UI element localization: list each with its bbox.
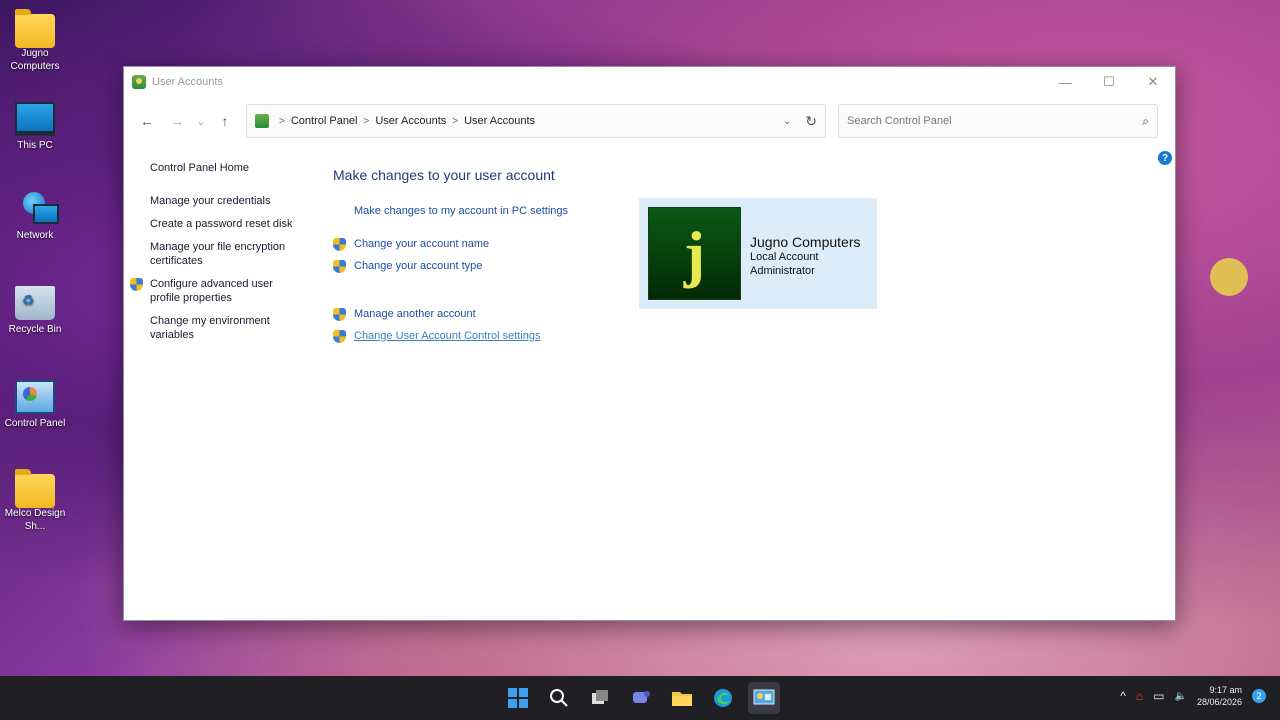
control-panel-icon (255, 114, 269, 128)
desktop-icon-this-pc[interactable]: This PC (4, 102, 66, 152)
desktop-icon-label: Recycle Bin (8, 324, 62, 335)
breadcrumb-control-panel[interactable]: Control Panel (291, 115, 358, 127)
user-accounts-icon (132, 75, 146, 89)
network-status-icon[interactable]: ⌂ (1136, 689, 1143, 703)
task-view-button[interactable] (584, 682, 616, 714)
account-type: Local Account (750, 251, 819, 263)
manage-another-account-link[interactable]: Manage another account (333, 307, 568, 321)
sidebar: Control Panel Home Manage your credentia… (130, 161, 300, 351)
breadcrumb-user-accounts[interactable]: User Accounts (375, 115, 446, 127)
desktop-icon-recycle-bin[interactable]: Recycle Bin (4, 286, 66, 336)
this-pc-icon (15, 102, 55, 136)
avatar-letter: j (683, 217, 706, 289)
uac-shield-icon (130, 278, 143, 291)
maximize-button[interactable]: ☐ (1087, 67, 1131, 97)
sidebar-item-label: Configure advanced user profile properti… (150, 278, 273, 304)
clock-time: 9:17 am (1209, 685, 1242, 695)
desktop-icon-label: Melco Design Sh... (4, 508, 66, 532)
link-label: Change your account type (354, 260, 483, 272)
taskbar: ^ ⌂ ▭ 🔈 9:17 am 28/06/2026 2 (0, 676, 1280, 720)
network-icon (15, 192, 59, 226)
refresh-icon[interactable]: ↻ (805, 113, 817, 130)
folder-icon (15, 9, 55, 48)
teams-chat-button[interactable] (625, 682, 657, 714)
search-box[interactable]: Search Control Panel ⌕ (838, 104, 1158, 138)
control-panel-taskbar-button[interactable] (748, 682, 780, 714)
desktop-icon-label: Control Panel (4, 418, 66, 429)
back-arrow-icon[interactable]: ← (132, 106, 162, 136)
desktop-icon-label: Jugno Computers (10, 48, 60, 72)
desktop-icon-control-panel[interactable]: Control Panel (4, 380, 66, 430)
minimize-button[interactable]: — (1043, 67, 1087, 97)
avatar: j (648, 207, 741, 300)
sidebar-item-profile-properties[interactable]: Configure advanced user profile properti… (130, 277, 300, 305)
edge-browser-icon (714, 689, 732, 707)
change-account-name-link[interactable]: Change your account name (333, 237, 568, 251)
link-label: Change User Account Control settings (354, 330, 541, 342)
sidebar-item-credentials[interactable]: Manage your credentials (150, 194, 300, 208)
show-hidden-icons-chevron-icon[interactable]: ^ (1120, 689, 1126, 703)
uac-shield-icon (333, 308, 346, 321)
breadcrumb-separator: > (279, 115, 285, 127)
search-input[interactable]: Search Control Panel (847, 115, 952, 127)
title-bar[interactable]: User Accounts — ☐ ✕ (124, 67, 1175, 97)
cursor-highlight (1210, 258, 1248, 296)
recycle-bin-icon (15, 286, 55, 320)
clock-date: 28/06/2026 (1196, 697, 1242, 707)
folder-icon (672, 692, 692, 706)
page-heading: Make changes to your user account (333, 167, 555, 183)
user-accounts-window: User Accounts — ☐ ✕ ← → ⌄ ↑ > Control Pa… (123, 66, 1176, 621)
sidebar-control-panel-home[interactable]: Control Panel Home (150, 161, 300, 175)
clock[interactable]: 9:17 am 28/06/2026 (1197, 684, 1242, 708)
close-button[interactable]: ✕ (1131, 67, 1175, 97)
account-role: Administrator (750, 265, 815, 277)
folder-icon (15, 469, 55, 508)
navigation-bar: ← → ⌄ ↑ > Control Panel > User Accounts … (124, 97, 1175, 145)
change-account-type-link[interactable]: Change your account type (333, 259, 568, 273)
control-panel-icon (15, 380, 55, 414)
taskbar-search-button[interactable] (543, 682, 575, 714)
address-dropdown-chevron-icon[interactable]: ⌄ (783, 116, 791, 127)
search-icon[interactable]: ⌕ (1142, 114, 1149, 129)
edge-button[interactable] (707, 682, 739, 714)
control-panel-icon (753, 689, 775, 705)
uac-settings-link[interactable]: Change User Account Control settings (333, 329, 568, 343)
volume-icon[interactable]: 🔈 (1175, 691, 1187, 702)
desktop-icon-melco[interactable]: Melco Design Sh... (4, 469, 66, 533)
link-label: Manage another account (354, 308, 476, 320)
main-content: Make changes to your user account Make c… (333, 167, 568, 343)
uac-shield-icon (333, 330, 346, 343)
breadcrumb-user-accounts-current[interactable]: User Accounts (464, 115, 535, 127)
uac-shield-icon (333, 238, 346, 251)
sidebar-item-environment-variables[interactable]: Change my environment variables (150, 314, 300, 342)
start-button[interactable] (502, 682, 534, 714)
notification-badge[interactable]: 2 (1252, 689, 1266, 703)
windows-logo-icon (508, 688, 528, 708)
system-tray: ^ ⌂ ▭ 🔈 9:17 am 28/06/2026 2 (1120, 684, 1266, 708)
account-name: Jugno Computers (750, 234, 861, 250)
sidebar-item-encryption[interactable]: Manage your file encryption certificates (150, 240, 300, 268)
chat-icon (633, 691, 650, 703)
up-arrow-icon[interactable]: ↑ (210, 106, 240, 136)
sidebar-item-password-reset[interactable]: Create a password reset disk (150, 217, 300, 231)
recent-locations-chevron-icon[interactable]: ⌄ (192, 106, 210, 136)
desktop-icon-jugno-computers[interactable]: Jugno Computers (4, 9, 66, 73)
forward-arrow-icon[interactable]: → (162, 106, 192, 136)
task-view-icon (592, 690, 608, 704)
account-card: j Jugno Computers Local Account Administ… (639, 198, 877, 309)
desktop-icon-network[interactable]: Network (4, 192, 66, 242)
search-icon (550, 689, 568, 707)
breadcrumb-separator: > (363, 115, 370, 127)
address-bar[interactable]: > Control Panel > User Accounts > User A… (246, 104, 826, 138)
uac-shield-icon (333, 260, 346, 273)
display-icon[interactable]: ▭ (1153, 689, 1164, 703)
link-label: Change your account name (354, 238, 490, 250)
window-title: User Accounts (152, 76, 223, 88)
desktop-icon-label: This PC (17, 140, 53, 151)
pc-settings-link[interactable]: Make changes to my account in PC setting… (333, 204, 568, 218)
help-icon[interactable]: ? (1158, 151, 1172, 165)
file-explorer-button[interactable] (666, 682, 698, 714)
breadcrumb-separator: > (452, 115, 459, 127)
desktop-icon-label: Network (16, 230, 54, 241)
